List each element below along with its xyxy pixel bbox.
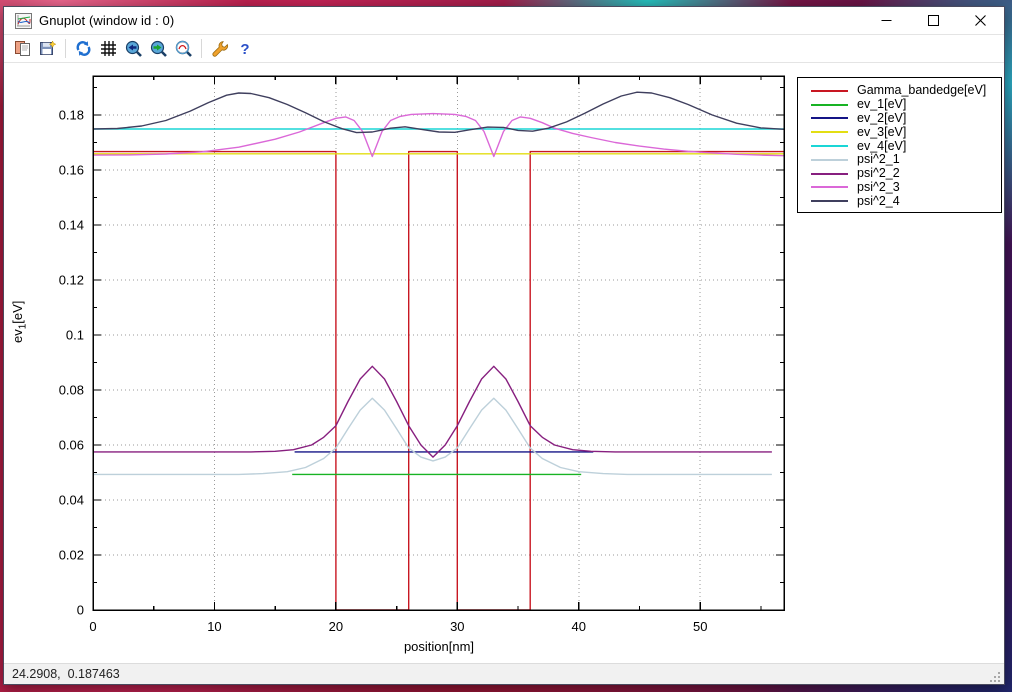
gnuplot-window: Gnuplot (window id : 0) (3, 6, 1005, 685)
y-tick-label: 0.08 (59, 382, 84, 397)
legend-label: psi^2_3 (857, 181, 900, 194)
plot-border (93, 76, 784, 610)
zoom-region-button[interactable] (171, 36, 196, 61)
minimize-button[interactable] (863, 7, 910, 34)
legend: Gamma_bandedge[eV]ev_1[eV]ev_2[eV]ev_3[e… (797, 77, 1002, 213)
save-button[interactable] (35, 36, 60, 61)
legend-swatch (811, 104, 848, 106)
legend-label: Gamma_bandedge[eV] (857, 84, 986, 97)
gnuplot-app-icon (15, 13, 32, 29)
y-tick-label: 0.1 (66, 327, 84, 342)
x-tick-label: 30 (450, 619, 464, 634)
y-tick-label: 0.02 (59, 547, 84, 562)
legend-swatch (811, 90, 848, 92)
zoom-next-icon (150, 40, 168, 58)
x-tick-label: 10 (207, 619, 221, 634)
toolbar-separator (65, 39, 66, 58)
legend-swatch (811, 131, 848, 133)
legend-label: psi^2_2 (857, 167, 900, 180)
legend-swatch (811, 159, 848, 161)
grid-toggle-icon (100, 40, 117, 57)
x-tick-label: 0 (89, 619, 96, 634)
x-tick-label: 40 (572, 619, 586, 634)
legend-item: ev_3[eV] (811, 125, 1001, 139)
help-button[interactable]: ? (232, 36, 257, 61)
settings-wrench-icon (211, 40, 229, 58)
legend-swatch (811, 200, 848, 202)
toolbar: ? (4, 34, 1004, 63)
legend-swatch (811, 186, 848, 188)
plot-canvas[interactable]: 0 0.02 0.04 0.06 0.08 0.1 0.12 0.14 0.16 0.18 0 10 2… (4, 63, 1004, 665)
legend-item: ev_1[eV] (811, 98, 1001, 112)
legend-swatch (811, 173, 848, 175)
series-psi^2_3 (93, 114, 784, 157)
y-tick-label: 0.04 (59, 492, 84, 507)
y-tick-label: 0.16 (59, 162, 84, 177)
close-icon (975, 15, 986, 26)
svg-text:?: ? (240, 41, 249, 58)
legend-label: ev_4[eV] (857, 140, 906, 153)
zoom-previous-button[interactable] (121, 36, 146, 61)
save-icon (39, 40, 56, 57)
toolbar-separator (201, 39, 202, 58)
minimize-icon (881, 15, 892, 26)
zoom-region-icon (175, 40, 193, 58)
y-tick-label: 0.12 (59, 272, 84, 287)
titlebar[interactable]: Gnuplot (window id : 0) (4, 7, 1004, 34)
y-tick-label: 0.06 (59, 437, 84, 452)
maximize-button[interactable] (910, 7, 957, 34)
close-button[interactable] (957, 7, 1004, 34)
series-psi^2_4 (93, 92, 784, 132)
statusbar: 24.2908, 0.187463 (4, 663, 1004, 684)
series-psi^2_1 (93, 398, 772, 474)
replot-button[interactable] (71, 36, 96, 61)
grid-toggle-button[interactable] (96, 36, 121, 61)
settings-button[interactable] (207, 36, 232, 61)
legend-item: psi^2_2 (811, 167, 1001, 181)
legend-label: ev_3[eV] (857, 126, 906, 139)
resize-grip-icon[interactable] (988, 670, 1002, 684)
copy-to-clipboard-button[interactable] (10, 36, 35, 61)
legend-item: ev_4[eV] (811, 139, 1001, 153)
window-controls (863, 7, 1004, 34)
x-axis-label: position[nm] (344, 639, 534, 654)
zoom-previous-icon (125, 40, 143, 58)
legend-label: ev_1[eV] (857, 98, 906, 111)
legend-label: psi^2_1 (857, 153, 900, 166)
series-psi^2_2 (93, 366, 772, 457)
replot-icon (75, 40, 92, 57)
maximize-icon (928, 15, 939, 26)
legend-item: ev_2[eV] (811, 112, 1001, 126)
x-tick-label: 20 (329, 619, 343, 634)
legend-label: ev_2[eV] (857, 112, 906, 125)
legend-item: psi^2_4 (811, 194, 1001, 208)
legend-label: psi^2_4 (857, 195, 900, 208)
help-icon: ? (236, 40, 254, 58)
cursor-coordinates: 24.2908, 0.187463 (12, 667, 120, 681)
legend-swatch (811, 145, 848, 147)
zoom-next-button[interactable] (146, 36, 171, 61)
y-tick-label: 0 (77, 603, 84, 618)
y-tick-label: 0.18 (59, 107, 84, 122)
y-axis-label: ev1[eV] (10, 301, 29, 343)
copy-to-clipboard-icon (14, 40, 31, 57)
window-title: Gnuplot (window id : 0) (39, 13, 174, 28)
series-Gamma_bandedge[eV] (93, 152, 784, 610)
y-tick-label: 0.14 (59, 217, 84, 232)
legend-swatch (811, 117, 848, 119)
x-tick-label: 50 (693, 619, 707, 634)
legend-item: Gamma_bandedge[eV] (811, 84, 1001, 98)
legend-item: psi^2_3 (811, 181, 1001, 195)
legend-item: psi^2_1 (811, 153, 1001, 167)
